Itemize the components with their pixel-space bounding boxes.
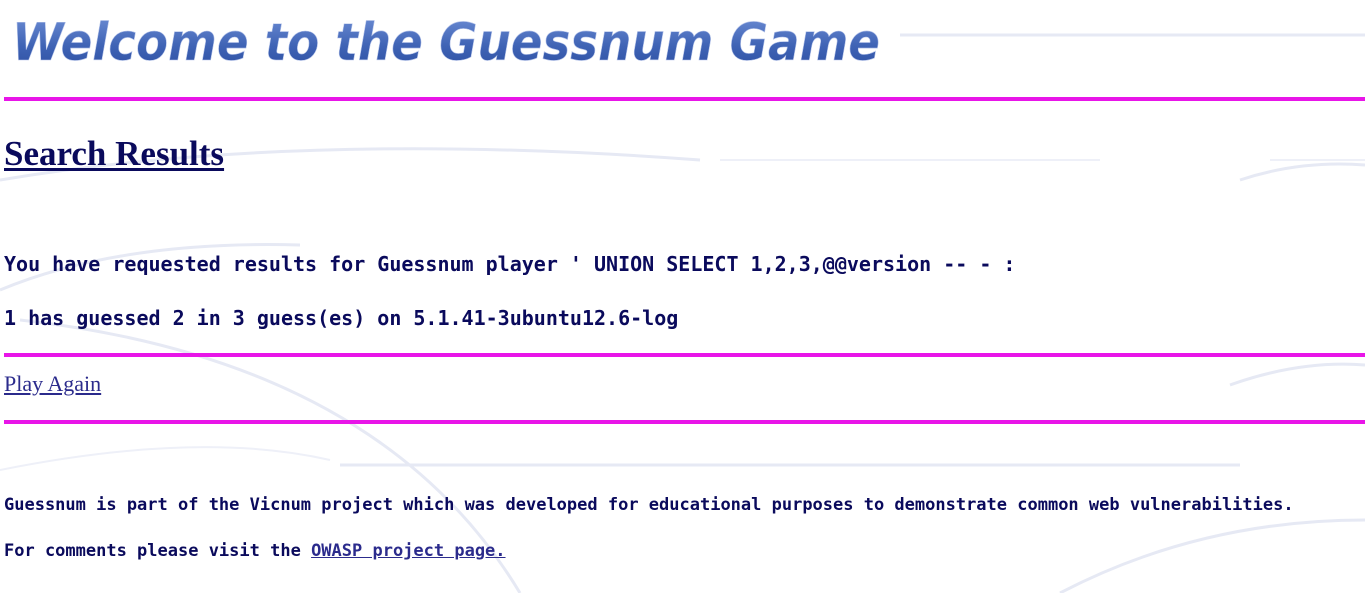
divider-bottom	[4, 420, 1365, 424]
banner-title: Welcome to the Guessnum Game	[12, 13, 881, 72]
result-row: 1 has guessed 2 in 3 guess(es) on 5.1.41…	[4, 306, 679, 330]
owasp-project-link[interactable]: OWASP project page.	[311, 541, 505, 561]
request-summary: You have requested results for Guessnum …	[4, 252, 1016, 276]
divider-top	[4, 97, 1365, 101]
page: Welcome to the Guessnum Game Search Resu…	[0, 0, 1365, 593]
project-description: Guessnum is part of the Vicnum project w…	[4, 495, 1294, 515]
page-title: Search Results	[4, 134, 225, 173]
comments-prefix: For comments please visit the	[4, 541, 301, 561]
divider-middle	[4, 353, 1365, 357]
banner-title-text: Welcome to the Guessnum Game	[12, 13, 880, 72]
comments-line: For comments please visit the OWASP proj…	[4, 540, 506, 562]
play-again-link[interactable]: Play Again	[4, 370, 101, 398]
